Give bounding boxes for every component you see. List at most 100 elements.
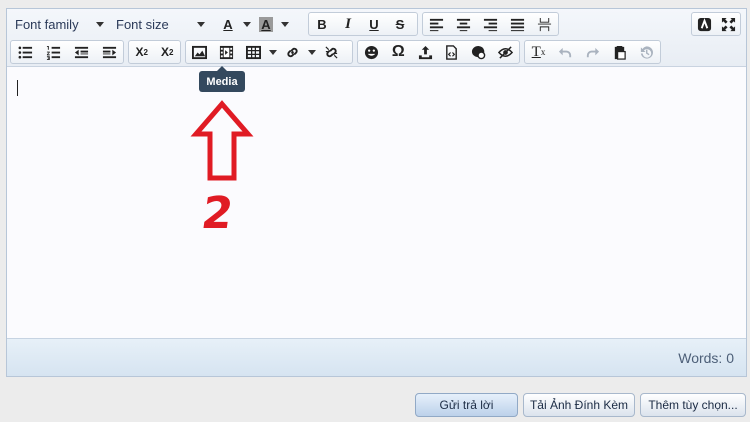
fullscreen-icon xyxy=(721,17,735,31)
upload-button[interactable] xyxy=(412,41,439,63)
undo-button[interactable] xyxy=(552,41,579,63)
bg-color-dropdown[interactable] xyxy=(278,13,292,35)
special-char-button[interactable]: Ω xyxy=(385,41,412,63)
omega-icon: Ω xyxy=(391,43,405,60)
table-dropdown[interactable] xyxy=(267,41,279,63)
bg-color-icon: A xyxy=(259,16,273,32)
editor-content-area[interactable] xyxy=(7,68,746,338)
remove-format-button[interactable]: Tx xyxy=(525,41,552,63)
text-cursor xyxy=(17,80,18,96)
align-left-button[interactable] xyxy=(423,13,450,35)
underline-button[interactable]: U xyxy=(361,13,387,35)
bullet-list-icon xyxy=(18,46,32,58)
more-options-button[interactable]: Thêm tùy chọn... xyxy=(640,393,746,417)
link-dropdown[interactable] xyxy=(306,41,318,63)
eye-slash-icon xyxy=(498,45,514,59)
superscript-mark: 2 xyxy=(169,47,174,57)
strikethrough-button[interactable]: S xyxy=(387,13,413,35)
extras-group: Ω xyxy=(357,40,520,64)
code-file-icon xyxy=(446,44,458,60)
code-button[interactable] xyxy=(438,41,465,63)
indent-button[interactable] xyxy=(95,41,123,63)
font-family-select[interactable]: Font family xyxy=(10,13,110,35)
image-button[interactable] xyxy=(186,41,213,63)
font-size-select[interactable]: Font size xyxy=(111,13,211,35)
table-icon xyxy=(246,45,261,59)
editor-toolbar: Font family Font size A A B I U S X 2 X … xyxy=(7,9,746,67)
text-color-button[interactable]: A xyxy=(216,13,240,35)
indent-icon xyxy=(102,46,116,58)
alignment-group xyxy=(422,12,559,36)
strikethrough-icon: S xyxy=(395,16,405,32)
spoiler-button[interactable] xyxy=(492,41,519,63)
editor-statusbar: Words: 0 xyxy=(7,338,746,376)
subscript-icon: X xyxy=(135,45,144,59)
smilie-icon xyxy=(364,45,378,59)
paste-button[interactable] xyxy=(606,41,633,63)
color-group: A A xyxy=(216,12,304,36)
toggle-mode-icon xyxy=(697,17,711,31)
remove-format-mark: x xyxy=(540,47,546,57)
superscript-button[interactable]: X2 xyxy=(155,41,181,63)
upload-attachment-label: Tải Ảnh Đính Kèm xyxy=(529,398,629,412)
outdent-icon xyxy=(74,46,88,58)
upload-icon xyxy=(418,45,432,59)
font-size-label: Font size xyxy=(116,16,169,32)
outdent-button[interactable] xyxy=(67,41,95,63)
subscript-button[interactable]: X2 xyxy=(129,41,155,63)
bold-button[interactable]: B xyxy=(309,13,335,35)
text-color-icon: A xyxy=(223,16,233,32)
chevron-down-icon xyxy=(243,21,251,27)
script-group: X2 X2 xyxy=(128,40,181,64)
text-color-dropdown[interactable] xyxy=(240,13,254,35)
page-break-button[interactable] xyxy=(531,13,558,35)
numbered-list-icon xyxy=(46,45,60,60)
chevron-down-icon xyxy=(96,21,104,27)
chevron-down-icon xyxy=(269,49,277,55)
quote-icon xyxy=(472,45,486,59)
chevron-down-icon xyxy=(281,21,289,27)
media-tooltip: Media xyxy=(199,66,245,92)
image-icon xyxy=(192,45,207,59)
italic-icon: I xyxy=(345,15,351,32)
restore-draft-button[interactable] xyxy=(633,41,660,63)
history-group: Tx xyxy=(524,40,661,64)
media-button[interactable] xyxy=(213,41,240,63)
undo-icon xyxy=(558,47,572,57)
redo-icon xyxy=(586,47,600,57)
link-button[interactable] xyxy=(279,41,306,63)
tooltip-label: Media xyxy=(206,75,238,88)
text-style-group: B I U S xyxy=(308,12,418,36)
rich-text-editor: Font family Font size A A B I U S X 2 X … xyxy=(6,8,747,377)
word-count: Words: 0 xyxy=(678,350,734,366)
align-center-button[interactable] xyxy=(450,13,477,35)
page-break-icon xyxy=(537,17,552,31)
toggle-editor-mode-button[interactable] xyxy=(692,13,716,35)
chevron-down-icon xyxy=(197,21,205,27)
link-icon xyxy=(287,47,298,57)
align-right-button[interactable] xyxy=(477,13,504,35)
fullscreen-button[interactable] xyxy=(716,13,740,35)
insert-group xyxy=(185,40,353,64)
view-group xyxy=(691,12,741,36)
submit-reply-button[interactable]: Gửi trả lời xyxy=(415,393,518,417)
smilie-button[interactable] xyxy=(358,41,385,63)
upload-attachment-button[interactable]: Tải Ảnh Đính Kèm xyxy=(523,393,635,417)
bullet-list-button[interactable] xyxy=(11,41,39,63)
superscript-icon: X xyxy=(161,45,170,59)
submit-reply-label: Gửi trả lời xyxy=(439,398,494,412)
table-button[interactable] xyxy=(240,41,267,63)
italic-button[interactable]: I xyxy=(335,13,361,35)
align-justify-button[interactable] xyxy=(504,13,531,35)
unlink-button[interactable] xyxy=(318,41,345,63)
numbered-list-button[interactable] xyxy=(39,41,67,63)
font-size-select-wrap: Font size xyxy=(111,12,215,36)
more-options-label: Thêm tùy chọn... xyxy=(648,398,738,412)
align-center-icon xyxy=(456,18,471,31)
quote-button[interactable] xyxy=(465,41,492,63)
bg-color-button[interactable]: A xyxy=(254,13,278,35)
redo-button[interactable] xyxy=(579,41,606,63)
annotation-arrow-icon xyxy=(190,100,254,181)
align-right-icon xyxy=(483,18,498,31)
remove-format-icon: T xyxy=(531,43,541,60)
